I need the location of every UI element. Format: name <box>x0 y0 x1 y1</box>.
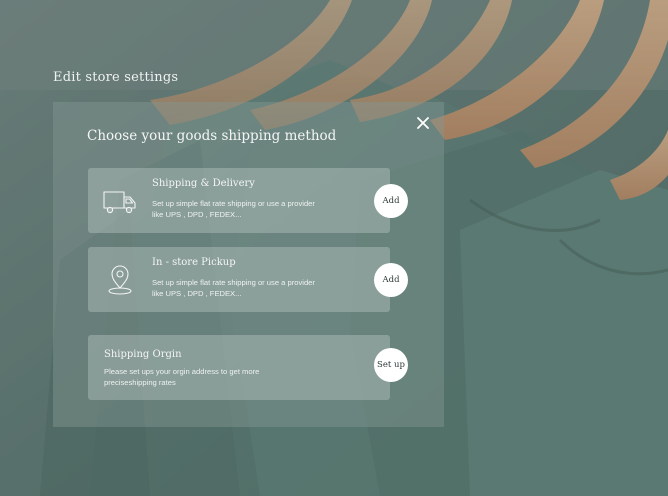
option-title: Shipping & Delivery <box>152 178 255 189</box>
shipping-delivery-card: Shipping & Delivery Set up simple flat r… <box>88 168 390 233</box>
shipping-origin-card: Shipping Orgin Please set ups your orgin… <box>88 335 390 400</box>
option-title: Shipping Orgin <box>104 349 182 360</box>
shipping-method-dialog: Choose your goods shipping method Shippi… <box>53 102 444 427</box>
option-description: Set up simple flat rate shipping or use … <box>152 278 315 298</box>
set-up-origin-button[interactable]: Set up <box>374 348 408 382</box>
page-title: Edit store settings <box>53 70 179 85</box>
option-description: Set up simple flat rate shipping or use … <box>152 199 315 219</box>
add-shipping-delivery-button[interactable]: Add <box>374 184 408 218</box>
option-title: In - store Pickup <box>152 257 236 268</box>
add-in-store-pickup-button[interactable]: Add <box>374 263 408 297</box>
close-icon <box>417 117 429 129</box>
option-description: Please set ups your orgin address to get… <box>104 367 260 387</box>
location-pin-icon <box>108 265 132 295</box>
in-store-pickup-card: In - store Pickup Set up simple flat rat… <box>88 247 390 312</box>
close-button[interactable] <box>414 114 432 132</box>
truck-icon <box>103 191 136 214</box>
dialog-title: Choose your goods shipping method <box>87 128 337 144</box>
